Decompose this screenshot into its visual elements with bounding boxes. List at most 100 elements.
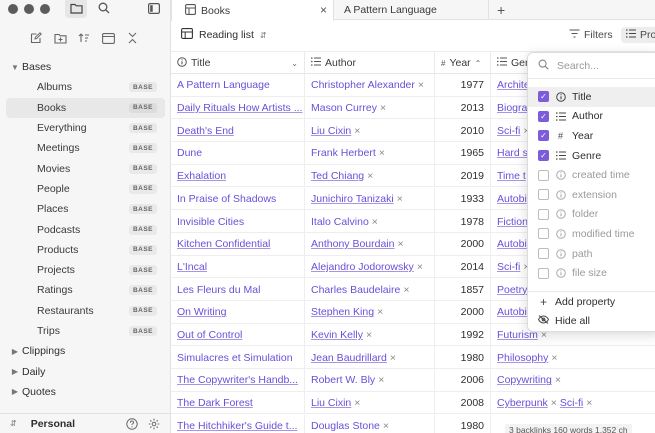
- cell-year[interactable]: 2006: [435, 369, 491, 392]
- author-link[interactable]: Frank Herbert: [311, 147, 376, 159]
- author-link[interactable]: Mason Currey: [311, 102, 377, 114]
- author-link[interactable]: Jean Baudrillard: [311, 352, 387, 364]
- sidebar-toggle-icon[interactable]: [146, 0, 162, 16]
- collapse-view-icon[interactable]: [100, 30, 116, 46]
- cell-year[interactable]: 2019: [435, 164, 491, 188]
- sidebar-item-meetings[interactable]: Meetings BASE: [0, 138, 171, 158]
- author-link[interactable]: Stephen King: [311, 306, 374, 318]
- properties-button[interactable]: Pro: [621, 27, 655, 43]
- vault-switcher[interactable]: ⇵ Personal: [0, 413, 171, 433]
- remove-value-icon[interactable]: ×: [380, 102, 386, 114]
- remove-value-icon[interactable]: ×: [555, 374, 561, 386]
- genre-link[interactable]: Sci-fi: [497, 125, 520, 137]
- book-title-link[interactable]: Daily Rituals How Artists ...: [177, 102, 302, 114]
- close-window-button[interactable]: [8, 4, 18, 14]
- column-header-title[interactable]: Title ⌄: [171, 52, 305, 74]
- author-link[interactable]: Douglas Stone: [311, 420, 380, 432]
- book-title-link[interactable]: In Praise of Shadows: [177, 193, 276, 205]
- remove-value-icon[interactable]: ×: [397, 238, 403, 250]
- author-link[interactable]: Kevin Kelly: [311, 329, 363, 341]
- checkbox-unchecked[interactable]: [538, 208, 549, 220]
- settings-gear-icon[interactable]: [147, 417, 161, 431]
- book-title-link[interactable]: On Writing: [177, 306, 226, 318]
- cell-author[interactable]: Anthony Bourdain ×: [305, 232, 435, 256]
- cell-author[interactable]: Douglas Stone ×: [305, 414, 435, 433]
- genre-link[interactable]: Archite: [497, 79, 530, 91]
- cell-year[interactable]: 2010: [435, 119, 491, 143]
- cell-year[interactable]: 2014: [435, 255, 491, 279]
- author-link[interactable]: Italo Calvino: [311, 216, 369, 228]
- property-toggle-extension[interactable]: extension: [528, 185, 655, 205]
- filters-button[interactable]: Filters: [569, 29, 613, 41]
- folder-bases[interactable]: ▼ Bases: [0, 57, 171, 77]
- view-selector[interactable]: Reading list ⇵: [181, 28, 267, 42]
- cell-title[interactable]: Out of Control: [171, 323, 305, 347]
- author-link[interactable]: Charles Baudelaire: [311, 284, 400, 296]
- tab-a-pattern-language[interactable]: A Pattern Language: [334, 0, 489, 20]
- remove-value-icon[interactable]: ×: [372, 216, 378, 228]
- sidebar-item-restaurants[interactable]: Restaurants BASE: [0, 301, 171, 321]
- sidebar-item-places[interactable]: Places BASE: [0, 199, 171, 219]
- genre-link[interactable]: Autobi: [497, 238, 527, 250]
- checkbox-unchecked[interactable]: [538, 248, 549, 260]
- author-link[interactable]: Ted Chiang: [311, 170, 364, 182]
- genre-link[interactable]: Cyberpunk: [497, 397, 548, 409]
- sidebar-item-everything[interactable]: Everything BASE: [0, 118, 171, 138]
- remove-value-icon[interactable]: ×: [383, 420, 389, 432]
- remove-value-icon[interactable]: ×: [390, 352, 396, 364]
- cell-year[interactable]: 1965: [435, 142, 491, 165]
- remove-value-icon[interactable]: ×: [378, 374, 384, 386]
- collapse-all-icon[interactable]: [124, 30, 140, 46]
- cell-year[interactable]: 1992: [435, 323, 491, 347]
- cell-year[interactable]: 1980: [435, 414, 491, 433]
- cell-title[interactable]: Exhalation: [171, 164, 305, 188]
- book-title-link[interactable]: The Dark Forest: [177, 397, 253, 409]
- book-title-link[interactable]: Death's End: [177, 125, 234, 137]
- close-tab-icon[interactable]: ×: [320, 3, 327, 17]
- cell-title[interactable]: The Hitchhiker's Guide t...: [171, 414, 305, 433]
- sidebar-item-movies[interactable]: Movies BASE: [0, 158, 171, 178]
- cell-year[interactable]: 2000: [435, 301, 491, 324]
- cell-author[interactable]: Charles Baudelaire ×: [305, 278, 435, 301]
- column-header-author[interactable]: Author: [305, 52, 435, 74]
- cell-genre[interactable]: Cyberpunk × Sci-fi ×: [491, 392, 655, 415]
- checkbox-checked[interactable]: ✓: [538, 110, 549, 122]
- remove-value-icon[interactable]: ×: [403, 284, 409, 296]
- remove-value-icon[interactable]: ×: [418, 79, 424, 91]
- author-link[interactable]: Anthony Bourdain: [311, 238, 394, 250]
- author-link[interactable]: Liu Cixin: [311, 397, 351, 409]
- property-toggle-year[interactable]: ✓ # Year: [528, 126, 655, 146]
- maximize-window-button[interactable]: [40, 4, 50, 14]
- book-title-link[interactable]: A Pattern Language: [177, 79, 270, 91]
- cell-author[interactable]: Liu Cixin ×: [305, 391, 435, 415]
- cell-year[interactable]: 2008: [435, 391, 491, 415]
- cell-title[interactable]: On Writing: [171, 301, 305, 324]
- new-tab-button[interactable]: +: [497, 0, 513, 20]
- genre-link[interactable]: Autobi: [497, 306, 527, 318]
- cell-title[interactable]: L'Incal: [171, 255, 305, 279]
- cell-year[interactable]: 2000: [435, 232, 491, 256]
- cell-author[interactable]: Jean Baudrillard ×: [305, 346, 435, 370]
- genre-link[interactable]: Philosophy: [497, 352, 548, 364]
- remove-value-icon[interactable]: ×: [367, 170, 373, 182]
- book-title-link[interactable]: L'Incal: [177, 261, 207, 273]
- chevron-down-icon[interactable]: ⌄: [291, 59, 298, 68]
- book-title-link[interactable]: The Hitchhiker's Guide t...: [177, 420, 297, 432]
- remove-value-icon[interactable]: ×: [354, 397, 360, 409]
- remove-value-icon[interactable]: ×: [417, 261, 423, 273]
- book-title-link[interactable]: Invisible Cities: [177, 216, 244, 228]
- checkbox-checked[interactable]: ✓: [538, 130, 549, 142]
- sidebar-item-projects[interactable]: Projects BASE: [0, 260, 171, 280]
- property-toggle-modified-time[interactable]: modified time: [528, 224, 655, 244]
- cell-year[interactable]: 1933: [435, 187, 491, 211]
- cell-year[interactable]: 1977: [435, 74, 491, 97]
- property-toggle-author[interactable]: ✓ Author: [528, 107, 655, 127]
- folder-quotes[interactable]: ▶ Quotes: [0, 382, 171, 402]
- remove-value-icon[interactable]: ×: [377, 306, 383, 318]
- remove-value-icon[interactable]: ×: [354, 125, 360, 137]
- property-search[interactable]: Search...: [528, 53, 655, 79]
- cell-title[interactable]: Les Fleurs du Mal: [171, 278, 305, 301]
- cell-title[interactable]: Death's End: [171, 119, 305, 143]
- property-toggle-folder[interactable]: folder: [528, 205, 655, 225]
- property-toggle-created-time[interactable]: created time: [528, 165, 655, 185]
